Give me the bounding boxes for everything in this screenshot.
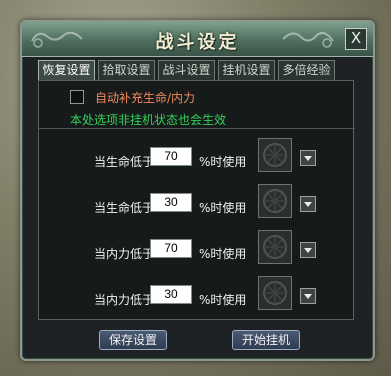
chevron-down-icon <box>304 156 312 161</box>
threshold-input[interactable]: 30 <box>150 193 192 212</box>
threshold-row: 当生命低于 30 %时使用 <box>22 184 373 232</box>
item-slot[interactable] <box>258 230 292 264</box>
item-dropdown-button[interactable] <box>300 242 316 258</box>
threshold-suffix: %时使用 <box>199 293 247 307</box>
save-settings-button[interactable]: 保存设置 <box>99 330 167 350</box>
info-note: 本处选项非挂机状态也会生效 <box>70 113 227 127</box>
tab-multi-exp[interactable]: 多倍经验 <box>278 60 335 80</box>
auto-refill-option[interactable]: 自动补充生命/内力 <box>70 88 195 106</box>
auto-refill-label: 自动补充生命/内力 <box>95 90 196 105</box>
item-slot[interactable] <box>258 276 292 310</box>
tab-pickup[interactable]: 拾取设置 <box>98 60 155 80</box>
chevron-down-icon <box>304 202 312 207</box>
threshold-label: 当内力低于 <box>94 293 155 307</box>
tab-recovery[interactable]: 恢复设置 <box>38 60 95 80</box>
divider <box>38 128 355 129</box>
start-idle-button[interactable]: 开始挂机 <box>232 330 300 350</box>
threshold-label: 当内力低于 <box>94 247 155 261</box>
title-bar[interactable]: 战斗设定 X <box>22 22 373 57</box>
threshold-input[interactable]: 30 <box>150 285 192 304</box>
threshold-label: 当生命低于 <box>94 155 155 169</box>
slot-emblem-icon <box>263 235 287 259</box>
item-slot[interactable] <box>258 184 292 218</box>
threshold-input[interactable]: 70 <box>150 239 192 258</box>
close-button[interactable]: X <box>345 28 367 50</box>
chevron-down-icon <box>304 248 312 253</box>
tab-bar: 恢复设置 拾取设置 战斗设置 挂机设置 多倍经验 <box>38 60 335 80</box>
threshold-row: 当生命低于 70 %时使用 <box>22 138 373 186</box>
slot-emblem-icon <box>263 143 287 167</box>
threshold-suffix: %时使用 <box>199 155 247 169</box>
slot-emblem-icon <box>263 281 287 305</box>
item-dropdown-button[interactable] <box>300 288 316 304</box>
item-slot[interactable] <box>258 138 292 172</box>
item-dropdown-button[interactable] <box>300 196 316 212</box>
chevron-down-icon <box>304 294 312 299</box>
tab-combat[interactable]: 战斗设置 <box>158 60 215 80</box>
threshold-row: 当内力低于 70 %时使用 <box>22 230 373 278</box>
tab-idle[interactable]: 挂机设置 <box>218 60 275 80</box>
cloud-ornament-icon <box>282 32 334 48</box>
threshold-row: 当内力低于 30 %时使用 <box>22 276 373 324</box>
threshold-input[interactable]: 70 <box>150 147 192 166</box>
threshold-suffix: %时使用 <box>199 201 247 215</box>
threshold-suffix: %时使用 <box>199 247 247 261</box>
slot-emblem-icon <box>263 189 287 213</box>
battle-settings-dialog: 战斗设定 X 恢复设置 拾取设置 战斗设置 挂机设置 多倍经验 自动补充生命/内… <box>20 20 375 361</box>
item-dropdown-button[interactable] <box>300 150 316 166</box>
threshold-label: 当生命低于 <box>94 201 155 215</box>
auto-refill-checkbox[interactable] <box>70 90 84 104</box>
